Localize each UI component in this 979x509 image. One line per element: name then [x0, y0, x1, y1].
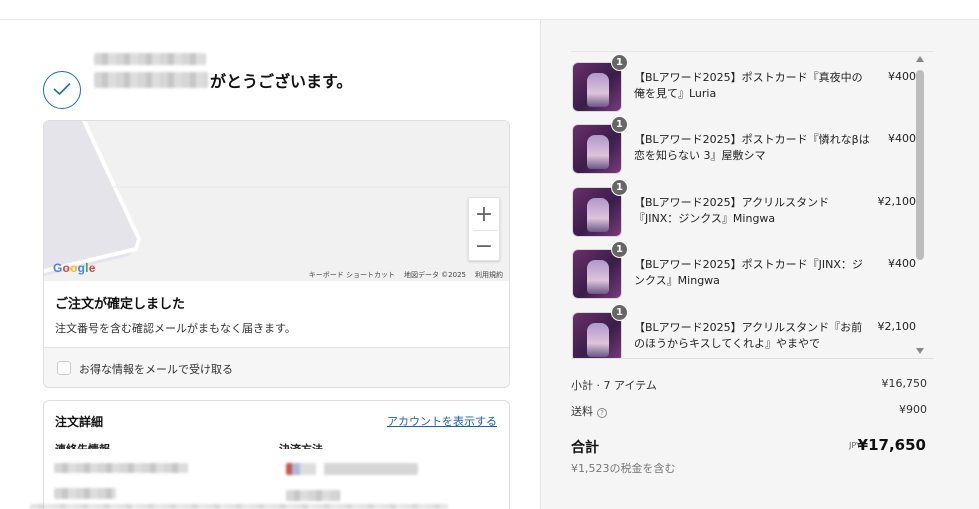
quantity-badge: 1: [611, 179, 628, 196]
order-items-list[interactable]: 1 【BLアワード2025】ポストカード『真夜中の俺を見て』Luria ¥400…: [571, 51, 934, 359]
quantity-badge: 1: [611, 54, 628, 71]
zoom-divider: [473, 230, 497, 231]
redacted-order-number: [94, 53, 206, 65]
newsletter-checkbox[interactable]: [57, 361, 71, 375]
scroll-up-arrow-icon[interactable]: [916, 56, 924, 62]
info-icon[interactable]: ?: [597, 408, 607, 418]
redacted-payment-detail: [286, 490, 340, 501]
shipping-label: 送料: [571, 405, 593, 418]
newsletter-optin[interactable]: お得な情報をメールで受け取る: [44, 347, 509, 387]
top-bar: [0, 0, 979, 20]
order-status-panel: がとうございます。 + − Google キーボード ショートカット 地図データ…: [0, 20, 540, 509]
item-name: 【BLアワード2025】アクリルスタンド『JINX：ジンクス』Mingwa: [634, 196, 830, 225]
order-details-title: 注文詳細: [55, 415, 104, 429]
quantity-badge: 1: [611, 304, 628, 321]
tax-note: ¥1,523の税金を含む: [571, 462, 676, 475]
item-price: ¥2,100: [877, 320, 917, 333]
item-price: ¥400: [888, 257, 916, 270]
redacted-contact-name: [54, 488, 116, 499]
map-credits: キーボード ショートカット 地図データ ©2025 利用規約: [309, 270, 503, 280]
scroll-down-arrow-icon[interactable]: [916, 348, 924, 354]
total-label: 合計: [571, 440, 599, 456]
quantity-badge: 1: [611, 241, 628, 258]
view-account-link[interactable]: アカウントを表示する: [387, 413, 497, 429]
subtotal-label: 小計 · 7 アイテム: [571, 379, 657, 392]
item-price: ¥400: [888, 132, 916, 145]
newsletter-label: お得な情報をメールで受け取る: [79, 363, 233, 376]
redacted-contact-email: [54, 463, 188, 473]
item-name: 【BLアワード2025】ポストカード『憐れなβは恋を知らない 3』屋敷シマ: [634, 133, 870, 162]
total-value: ¥17,650: [857, 436, 926, 454]
map-zoom-control: + −: [468, 197, 500, 261]
zoom-in-button[interactable]: +: [469, 198, 499, 230]
contact-info-label: 連絡先情報: [55, 441, 110, 449]
terms-link[interactable]: 利用規約: [475, 270, 503, 280]
shipping-row: 送料? ¥900: [571, 403, 927, 419]
keyboard-shortcuts-link[interactable]: キーボード ショートカット: [309, 270, 395, 280]
confirmation-subtitle: 注文番号を含む確認メールがまもなく届きます。: [55, 322, 296, 335]
zoom-out-button[interactable]: −: [469, 230, 499, 262]
item-price: ¥2,100: [877, 195, 917, 208]
map-road-shape: [44, 121, 509, 276]
payment-method-label: 決済方法: [279, 441, 323, 449]
shipping-value: ¥900: [899, 403, 927, 416]
confirmation-card: + − Google キーボード ショートカット 地図データ ©2025 利用規…: [43, 120, 510, 388]
confirmation-title: ご注文が確定しました: [55, 297, 186, 312]
subtotal-value: ¥16,750: [881, 377, 928, 390]
subtotal-row: 小計 · 7 アイテム ¥16,750: [571, 377, 927, 393]
redacted-customer-name: [94, 72, 208, 88]
item-name: 【BLアワード2025】ポストカード『真夜中の俺を見て』Luria: [634, 71, 863, 100]
google-logo: Google: [53, 261, 96, 275]
order-item: 1 【BLアワード2025】アクリルスタンド『お前のほうからキスしてくれよ』やま…: [571, 304, 917, 358]
quantity-badge: 1: [611, 116, 628, 133]
map-view[interactable]: + − Google キーボード ショートカット 地図データ ©2025 利用規…: [44, 121, 509, 281]
items-scrollbar[interactable]: [915, 56, 925, 356]
redacted-bottom-strip: [30, 504, 448, 509]
order-summary-panel: 1 【BLアワード2025】ポストカード『真夜中の俺を見て』Luria ¥400…: [540, 20, 979, 509]
order-item: 1 【BLアワード2025】ポストカード『真夜中の俺を見て』Luria ¥400: [571, 54, 916, 122]
item-price: ¥400: [888, 70, 916, 83]
item-name: 【BLアワード2025】ポストカード『JINX：ジンクス』Mingwa: [634, 258, 863, 287]
map-data-credit: 地図データ ©2025: [403, 271, 466, 279]
scrollbar-thumb[interactable]: [916, 70, 924, 260]
thank-you-message: がとうございます。: [210, 72, 353, 91]
order-item: 1 【BLアワード2025】ポストカード『JINX：ジンクス』Mingwa ¥4…: [571, 241, 916, 309]
item-name: 【BLアワード2025】アクリルスタンド『お前のほうからキスしてくれよ』やまやで: [634, 321, 863, 350]
redacted-payment-info: [286, 463, 418, 475]
checkmark-icon: [43, 71, 81, 109]
order-item: 1 【BLアワード2025】アクリルスタンド『JINX：ジンクス』Mingwa …: [571, 179, 917, 247]
order-item: 1 【BLアワード2025】ポストカード『憐れなβは恋を知らない 3』屋敷シマ …: [571, 116, 916, 184]
